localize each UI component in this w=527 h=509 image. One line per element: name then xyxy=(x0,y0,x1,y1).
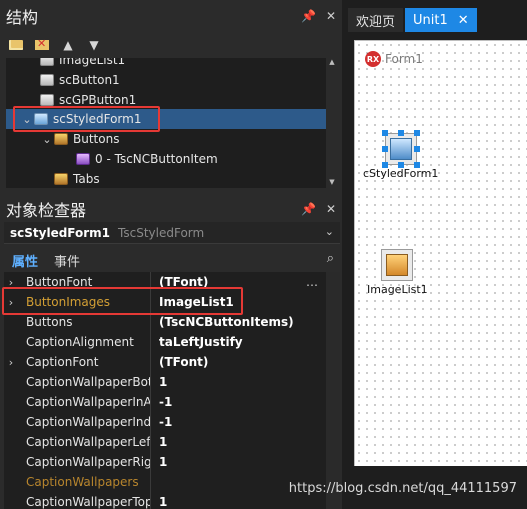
watermark-text: https://blog.csdn.net/qq_44111597 xyxy=(288,481,517,496)
scroll-down-icon[interactable]: ▼ xyxy=(326,178,338,188)
tree-item[interactable]: Tabs xyxy=(6,169,326,188)
pin-icon[interactable]: 📌 xyxy=(301,202,316,216)
property-name: CaptionWallpaperBotto xyxy=(26,375,150,389)
chevron-right-icon[interactable]: › xyxy=(4,356,18,369)
ellipsis-icon[interactable]: … xyxy=(306,275,318,289)
image-list-component[interactable]: ImageList1 xyxy=(367,249,428,296)
property-name: CaptionWallpaperIndex xyxy=(26,415,150,429)
property-name: CaptionWallpaperTopM xyxy=(26,495,150,509)
component-label: cStyledForm1 xyxy=(363,167,439,180)
design-form[interactable]: RX Form1 cStyledForm1 ImageList1 xyxy=(354,40,527,466)
tab-label: 欢迎页 xyxy=(356,14,396,30)
form-caption-text: Form1 xyxy=(385,52,423,66)
property-row[interactable]: CaptionAlignment taLeftJustify xyxy=(4,332,340,352)
property-name: Buttons xyxy=(26,315,73,329)
structure-panel-title: 结构 xyxy=(6,8,39,27)
tree-item[interactable]: 0 - TscNCButtonItem xyxy=(6,149,326,169)
component-icon xyxy=(40,58,54,66)
inspector-tabs: 属性 事件 ⌕ xyxy=(4,249,340,271)
property-value[interactable]: 1 xyxy=(150,432,322,452)
close-icon[interactable]: ✕ xyxy=(458,13,469,28)
tab-unit1[interactable]: Unit1 ✕ xyxy=(405,8,477,32)
pin-icon[interactable]: 📌 xyxy=(301,9,316,23)
property-grid-scrollbar[interactable] xyxy=(326,272,340,509)
property-row[interactable]: CaptionWallpaperLeftM 1 xyxy=(4,432,340,452)
property-value[interactable]: -1 xyxy=(150,412,322,432)
form-designer: 欢迎页 Unit1 ✕ RX Form1 cStyledForm1 ImageL… xyxy=(342,0,527,509)
property-row[interactable]: Buttons (TscNCButtonItems) xyxy=(4,312,340,332)
property-value[interactable]: 1 xyxy=(150,452,322,472)
down-arrow-icon[interactable]: ▼ xyxy=(86,38,102,52)
property-value[interactable]: taLeftJustify xyxy=(150,332,322,352)
close-icon[interactable]: ✕ xyxy=(326,9,336,23)
property-name: CaptionWallpaperInAct xyxy=(26,395,150,409)
red-highlight-box xyxy=(13,106,160,132)
search-icon[interactable]: ⌕ xyxy=(327,251,334,266)
document-tabs: 欢迎页 Unit1 ✕ xyxy=(342,8,527,32)
property-value[interactable]: -1 xyxy=(150,392,322,412)
selection-box[interactable] xyxy=(381,130,420,168)
property-row[interactable]: CaptionWallpaperBotto 1 xyxy=(4,372,340,392)
property-row[interactable]: CaptionWallpaperRight 1 xyxy=(4,452,340,472)
property-row[interactable]: CaptionWallpaperInAct -1 xyxy=(4,392,340,412)
tree-item-label: 0 - TscNCButtonItem xyxy=(95,152,218,166)
component-label: ImageList1 xyxy=(367,283,428,296)
close-icon[interactable]: ✕ xyxy=(326,202,336,216)
property-name: CaptionFont xyxy=(26,355,99,369)
tree-item-label: scButton1 xyxy=(59,73,120,87)
form-caption: RX Form1 xyxy=(365,51,423,67)
styled-form-component[interactable]: cStyledForm1 xyxy=(363,130,439,180)
chevron-down-icon[interactable]: ⌄ xyxy=(40,133,54,146)
object-selector[interactable]: scStyledForm1 TscStyledForm ⌄ xyxy=(4,222,340,244)
chevron-down-icon[interactable]: ⌄ xyxy=(325,225,334,238)
tree-item-label: Buttons xyxy=(73,132,120,146)
property-name: CaptionWallpaperRight xyxy=(26,455,150,469)
buttons-collection-icon xyxy=(54,173,68,185)
property-value[interactable]: (TFont) xyxy=(150,352,322,372)
property-row[interactable]: › CaptionFont (TFont) xyxy=(4,352,340,372)
tree-item[interactable]: ⌄ Buttons xyxy=(6,129,326,149)
component-icon xyxy=(40,94,54,106)
property-value[interactable]: 1 xyxy=(150,372,322,392)
inspector-title: 对象检查器 xyxy=(6,201,87,220)
property-value[interactable]: (TscNCButtonItems) xyxy=(150,312,322,332)
tree-item-label: ImageList1 xyxy=(59,58,126,67)
tree-item-label: Tabs xyxy=(73,172,100,186)
delete-folder-icon[interactable] xyxy=(34,37,50,52)
property-name: CaptionWallpapers xyxy=(26,475,139,489)
object-name: scStyledForm1 xyxy=(10,225,111,240)
red-highlight-box xyxy=(2,287,243,315)
scroll-up-icon[interactable]: ▲ xyxy=(326,58,338,68)
component-icon xyxy=(40,74,54,86)
tab-events[interactable]: 事件 xyxy=(46,249,88,272)
open-folder-icon[interactable] xyxy=(8,38,24,52)
tree-item-label: scGPButton1 xyxy=(59,93,137,107)
styled-form-icon xyxy=(384,133,417,165)
image-list-icon xyxy=(381,249,414,281)
structure-toolbar: ▲ ▼ xyxy=(0,32,342,58)
property-name: CaptionAlignment xyxy=(26,335,134,349)
rx-logo-icon: RX xyxy=(365,51,381,67)
property-name: CaptionWallpaperLeftM xyxy=(26,435,150,449)
left-dock: 结构 📌 ✕ ▲ ▼ ImageList1 scButton1 scGPButt… xyxy=(0,0,342,509)
tree-item[interactable]: ImageList1 xyxy=(6,58,326,70)
button-item-icon xyxy=(76,153,90,165)
tab-label: Unit1 xyxy=(413,12,448,28)
tree-scrollbar[interactable]: ▲ ▼ xyxy=(326,58,338,188)
property-row[interactable]: CaptionWallpaperIndex -1 xyxy=(4,412,340,432)
buttons-collection-icon xyxy=(54,133,68,145)
up-arrow-icon[interactable]: ▲ xyxy=(60,38,76,52)
structure-panel-header: 结构 📌 ✕ xyxy=(0,0,342,32)
tab-welcome[interactable]: 欢迎页 xyxy=(348,8,404,32)
tab-properties[interactable]: 属性 xyxy=(4,249,46,272)
object-class: TscStyledForm xyxy=(118,225,205,240)
tree-item[interactable]: scButton1 xyxy=(6,70,326,90)
inspector-header: 对象检查器 📌 ✕ xyxy=(0,196,342,222)
